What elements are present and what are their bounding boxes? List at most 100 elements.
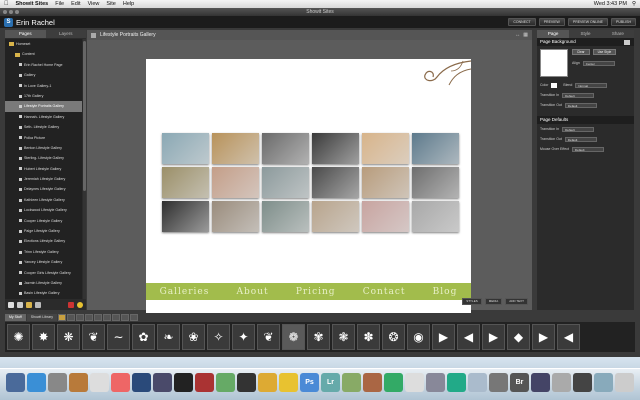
photo-thumbnail[interactable] [162,133,209,164]
tab-share[interactable]: Share [601,30,634,38]
tree-item[interactable]: 17th Gallery [5,91,82,101]
dock-app-icon[interactable] [174,372,193,392]
dock-app-icon[interactable] [216,372,235,392]
tree-item[interactable]: Basin Lifestyle Gallery [5,288,82,298]
library-asset[interactable]: ▶ [532,324,555,350]
dock-app-icon[interactable] [594,372,613,392]
filter-icon-7[interactable] [120,313,129,321]
tree-item[interactable]: Homeset [5,39,82,49]
dock-app-icon[interactable] [426,372,445,392]
dock-app-icon[interactable] [69,372,88,392]
photo-thumbnail[interactable] [412,167,459,198]
image-icon[interactable] [624,39,630,45]
new-page-icon[interactable] [8,302,14,308]
dock-app-icon[interactable] [6,372,25,392]
tab-style[interactable]: Style [569,30,602,38]
tree-item[interactable]: Content [5,49,82,59]
mouse-over-select[interactable]: Default [571,146,604,152]
use-style-button[interactable]: Use Style [592,49,617,55]
menu-view[interactable]: View [88,1,100,7]
tree-item[interactable]: Kathleen Lifestyle Gallery [5,195,82,205]
def-transition-in-select[interactable]: Default [562,126,595,132]
dock-app-icon[interactable]: Br [510,372,529,392]
nav-about[interactable]: About [237,287,269,297]
search-icon[interactable]: ⚲ [632,1,636,7]
expand-icon[interactable]: ▦ [523,32,528,38]
styles-button[interactable]: STYLES [462,298,482,305]
photo-thumbnail[interactable] [212,201,259,232]
library-asset[interactable]: ▶ [432,324,455,350]
menu-help[interactable]: Help [123,1,134,7]
tree-item[interactable]: Erin Rachel Home Page [5,60,82,70]
dock-app-icon[interactable] [531,372,550,392]
photo-thumbnail[interactable] [312,133,359,164]
library-asset[interactable]: ✽ [357,324,380,350]
tree-item[interactable]: Lockwood Lifestyle Gallery [5,205,82,215]
tree-item[interactable]: Polka Picture [5,133,82,143]
color-swatch[interactable] [551,82,558,88]
nav-contact[interactable]: Contact [363,287,406,297]
library-asset[interactable]: ❃ [332,324,355,350]
library-asset[interactable]: ✦ [232,324,255,350]
photo-thumbnail[interactable] [162,167,209,198]
library-asset[interactable]: ▶ [482,324,505,350]
menu-site[interactable]: Site [106,1,115,7]
tree-item[interactable]: In Love Gallery-1 [5,81,82,91]
filter-icon-8[interactable] [129,313,138,321]
publish-button[interactable]: PUBLISH [611,18,636,26]
dock-app-icon[interactable] [237,372,256,392]
tab-page[interactable]: Page [537,30,570,38]
media-button[interactable]: MEDIA [484,298,503,305]
new-folder-icon[interactable] [26,302,32,308]
library-asset[interactable]: ◆ [507,324,530,350]
apple-icon[interactable]:  [4,1,9,7]
tab-showit-library[interactable]: Showit Library [26,313,57,321]
photo-thumbnail[interactable] [362,201,409,232]
tree-item[interactable]: Hannah- Lifestyle Gallery [5,112,82,122]
zoom-window-button[interactable] [15,10,19,14]
tree-item[interactable]: Gallery [5,70,82,80]
filter-icon-6[interactable] [111,313,120,321]
background-swatch[interactable] [540,49,568,77]
library-asset[interactable]: ✿ [132,324,155,350]
transition-in-select[interactable]: Default [562,92,595,98]
photo-thumbnail[interactable] [262,167,309,198]
tree-item[interactable]: Jeremiah Lifestyle Gallery [5,174,82,184]
tab-layers[interactable]: Layers [45,30,86,38]
dock-app-icon[interactable] [573,372,592,392]
nav-galleries[interactable]: Galleries [160,287,210,297]
tree-item[interactable]: Hubert Lifestyle Gallery [5,164,82,174]
library-asset[interactable]: ❦ [257,324,280,350]
tree-item[interactable]: Elections Lifestyle Gallery [5,236,82,246]
dock-app-icon[interactable] [468,372,487,392]
dock-app-icon[interactable] [342,372,361,392]
library-asset[interactable]: ◀ [457,324,480,350]
minimize-window-button[interactable] [9,10,13,14]
dock-app-icon[interactable] [405,372,424,392]
tree-item[interactable]: Delaynes Lifestyle Gallery [5,184,82,194]
dock-app-icon[interactable] [111,372,130,392]
library-asset[interactable]: ✾ [307,324,330,350]
tree-item[interactable]: Cooper Girls Lifestyle Gallery [5,268,82,278]
help-icon[interactable] [77,302,83,308]
preview-online-button[interactable]: PREVIEW ONLINE [567,18,609,26]
duplicate-page-icon[interactable] [17,302,23,308]
tab-my-stuff[interactable]: My Stuff [5,313,26,321]
menu-file[interactable]: File [55,1,64,7]
dock-app-icon[interactable] [384,372,403,392]
dock-app-icon[interactable] [489,372,508,392]
photo-thumbnail[interactable] [312,167,359,198]
delete-icon[interactable] [68,302,74,308]
photo-thumbnail[interactable] [312,201,359,232]
photo-thumbnail[interactable] [412,133,459,164]
preview-button[interactable]: PREVIEW [538,18,565,26]
tree-item[interactable]: Sterling- Lifestyle Gallery [5,153,82,163]
dock-app-icon[interactable] [90,372,109,392]
blend-select[interactable]: Normal [575,82,608,88]
tree-item[interactable]: Cooper Lifestyle Gallery [5,216,82,226]
library-asset[interactable]: ✧ [207,324,230,350]
connect-button[interactable]: CONNECT [508,18,536,26]
add-text-button[interactable]: ADD TEXT [505,298,528,305]
library-asset[interactable]: ◉ [407,324,430,350]
library-asset[interactable]: ✸ [32,324,55,350]
